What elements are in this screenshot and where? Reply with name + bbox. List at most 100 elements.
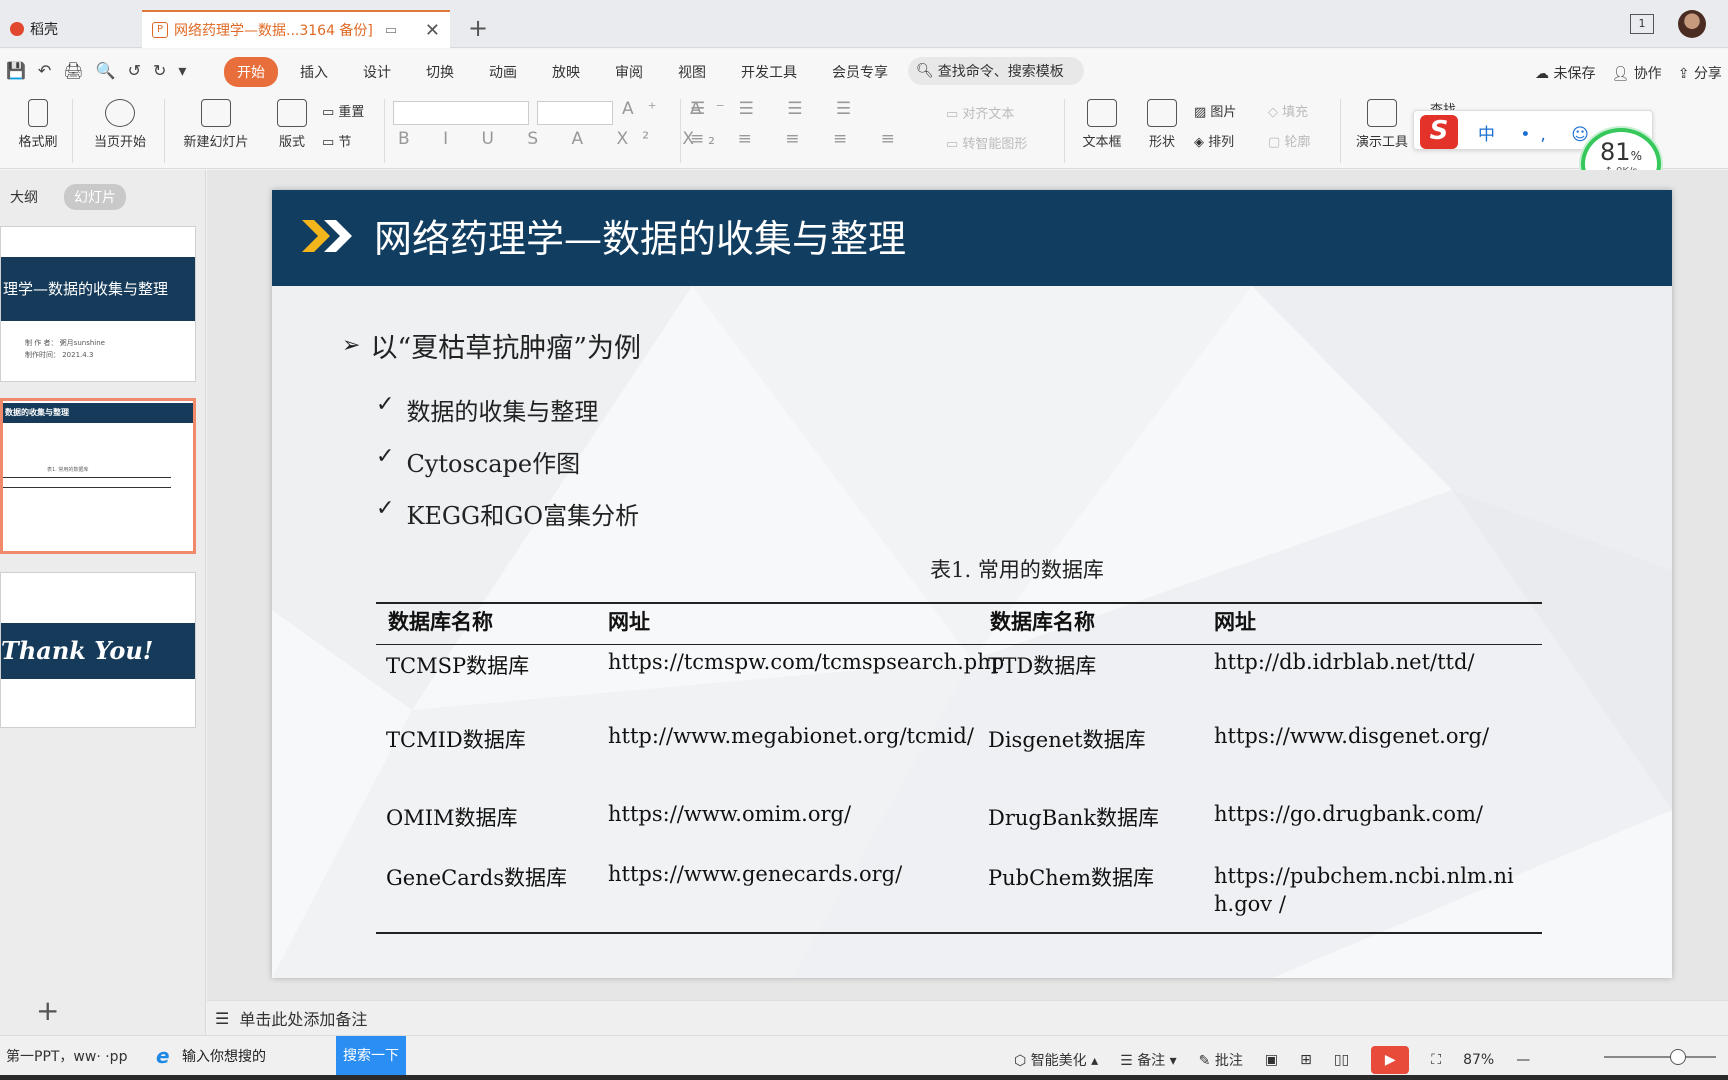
slide-2[interactable]: 网络药理学—数据的收集与整理 ➢ 以“夏枯草抗肿瘤”为例 ✓ 数据的收集与整理 … — [272, 190, 1672, 978]
font-family-select[interactable] — [393, 101, 529, 125]
table-cell: https://go.drugbank.com/ — [1214, 802, 1483, 826]
arrange-button[interactable]: ◈ 排列 — [1194, 131, 1234, 150]
slideshow-play-button[interactable]: ▶ — [1371, 1046, 1410, 1074]
menu-tab-3[interactable]: 切换 — [413, 57, 467, 87]
unsaved-button[interactable]: ☁ 未保存 — [1535, 63, 1595, 83]
save-icon[interactable]: 💾 — [6, 61, 26, 80]
customize-dropdown-icon[interactable]: ▾ — [178, 61, 186, 80]
comments-button[interactable]: ✎ 批注 — [1199, 1050, 1243, 1070]
table-cell: TTD数据库 — [988, 654, 1097, 678]
fill-button[interactable]: ◇ 填充 — [1268, 101, 1308, 120]
close-tab-icon[interactable]: ✕ — [425, 20, 440, 41]
table-top-rule — [376, 602, 1542, 604]
meter-unit: % — [1630, 149, 1642, 163]
convert-smartart-label: 转智能图形 — [962, 137, 1028, 152]
add-slide-button[interactable]: + — [36, 994, 59, 1027]
outline-button[interactable]: ▢ 轮廓 — [1268, 131, 1310, 150]
checkmark-icon: ✓ — [376, 444, 395, 469]
ribbon-divider — [1064, 99, 1065, 163]
font-size-select[interactable] — [537, 101, 613, 125]
menu-tab-9[interactable]: 会员专享 — [819, 57, 901, 87]
new-slide-button[interactable]: 新建幻灯片 — [174, 99, 258, 150]
table-cell: GeneCards数据库 — [386, 866, 568, 890]
tab-slides[interactable]: 幻灯片 — [64, 184, 126, 210]
list-indent-icons[interactable]: ☰ ☰ ☰ ☰ — [690, 99, 865, 119]
menu-tab-4[interactable]: 动画 — [476, 57, 530, 87]
layout-button[interactable]: 版式 — [270, 99, 314, 150]
slide-thumbnail-3[interactable]: Thank You! — [0, 572, 196, 728]
shape-button[interactable]: 形状 — [1138, 99, 1186, 150]
menu-tab-1[interactable]: 插入 — [287, 57, 341, 87]
menu-tab-2[interactable]: 设计 — [350, 57, 404, 87]
undo-icon[interactable]: ↺ — [128, 61, 141, 80]
status-right-controls: ⬡ 智能美化 ▴ ☰ 备注 ▾ ✎ 批注 ▣ ⊞ ▯▯ ▶ ⛶ 87% — — [1014, 1046, 1530, 1074]
section-button[interactable]: ▭ 节 — [322, 131, 351, 150]
play-from-current-button[interactable]: 当页开始 — [82, 99, 158, 150]
print-icon[interactable]: 🖨 — [63, 61, 83, 80]
web-search-button[interactable]: 搜索一下 — [336, 1036, 406, 1076]
checkmark-icon: ✓ — [376, 392, 395, 417]
slide-thumbnail-1[interactable]: 理学—数据的收集与整理 制 作 者： 粥月sunshine 制作时间： 2021… — [0, 226, 196, 382]
table-cell: http://www.megabionet.org/tcmid/ — [608, 724, 974, 748]
menu-tab-0[interactable]: 开始 — [224, 57, 278, 87]
align-text-button[interactable]: ▭ 对齐文本 — [946, 103, 1014, 122]
table-caption[interactable]: 表1. 常用的数据库 — [272, 554, 1672, 584]
shape-label: 形状 — [1148, 135, 1175, 150]
notes-bar[interactable]: ☰ 单击此处添加备注 — [207, 1000, 1728, 1035]
new-tab-button[interactable]: + — [468, 14, 488, 42]
collaborate-button[interactable]: 👤︎ 协作 — [1611, 63, 1661, 83]
web-search-input[interactable]: 输入你想搜的 — [182, 1046, 266, 1066]
smart-beautify-button[interactable]: ⬡ 智能美化 ▴ — [1014, 1050, 1098, 1070]
person-icon: 👤︎ — [1611, 66, 1630, 82]
reset-button[interactable]: ▭ 重置 — [322, 101, 364, 120]
layout-label: 版式 — [278, 135, 305, 150]
avatar[interactable] — [1678, 10, 1706, 38]
picture-label: 图片 — [1210, 105, 1237, 120]
table-header-cell: 网址 — [608, 609, 650, 634]
window-count-badge[interactable]: 1 — [1630, 14, 1654, 34]
zoom-level[interactable]: 87% — [1463, 1052, 1494, 1068]
zoom-slider-handle[interactable] — [1670, 1049, 1686, 1065]
paragraph-align-icons[interactable]: ≡ ≡ ≡ ≡ ≡ — [690, 129, 909, 149]
comments-label: 批注 — [1214, 1053, 1243, 1069]
tab-home-docer[interactable]: 稻壳 — [0, 10, 138, 48]
menu-tab-7[interactable]: 视图 — [665, 57, 719, 87]
presenter-tools-button[interactable]: 演示工具 — [1350, 99, 1414, 150]
thumb1-meta: 制 作 者： 粥月sunshine 制作时间： 2021.4.3 — [25, 337, 105, 361]
grid-view-icon[interactable]: ⊞ — [1300, 1052, 1312, 1068]
format-painter-button[interactable]: 格式刷 — [14, 99, 62, 150]
command-search-input[interactable]: 🔍︎ 查找命令、搜索模板 — [908, 57, 1084, 85]
checkmark-icon: ✓ — [376, 496, 395, 521]
textbox-button[interactable]: 文本框 — [1074, 99, 1130, 150]
sub-bullet-2[interactable]: ✓ Cytoscape作图 — [376, 444, 580, 479]
zoom-slider-track[interactable] — [1604, 1056, 1716, 1058]
convert-smartart-button[interactable]: ▭ 转智能图形 — [946, 133, 1027, 152]
tab-outline[interactable]: 大纲 — [0, 184, 48, 210]
slide-title[interactable]: 网络药理学—数据的收集与整理 — [374, 208, 906, 263]
picture-button[interactable]: ▨ 图片 — [1194, 101, 1236, 120]
notes-toggle-button[interactable]: ☰ 备注 ▾ — [1120, 1050, 1177, 1070]
undo-history-icon[interactable]: ↶ — [38, 61, 51, 80]
menu-tab-6[interactable]: 审阅 — [602, 57, 656, 87]
notes-icon: ☰ — [215, 1008, 230, 1028]
menu-tab-8[interactable]: 开发工具 — [728, 57, 810, 87]
tab-current-document[interactable]: P 网络药理学—数据...3164 备份] ▭ ✕ — [142, 10, 450, 48]
slide-thumbnail-2[interactable]: 数据的收集与整理 表1. 常用的数据库 — [0, 398, 196, 554]
menu-tab-5[interactable]: 放映 — [539, 57, 593, 87]
sub-bullet-3[interactable]: ✓ KEGG和GO富集分析 — [376, 496, 639, 531]
layout-icon — [277, 99, 307, 127]
format-painter-label: 格式刷 — [18, 135, 58, 150]
sub-bullet-1[interactable]: ✓ 数据的收集与整理 — [376, 392, 598, 427]
print-preview-icon[interactable]: 🔍 — [96, 61, 116, 80]
monitor-icon[interactable]: ▭ — [385, 23, 397, 38]
fit-window-icon[interactable]: ⛶ — [1431, 1052, 1441, 1068]
zoom-out-icon[interactable]: — — [1516, 1052, 1530, 1068]
redo-icon[interactable]: ↻ — [153, 61, 166, 80]
share-button[interactable]: ⇪ 分享 — [1678, 63, 1722, 83]
main-bullet[interactable]: ➢ 以“夏枯草抗肿瘤”为例 — [342, 326, 641, 365]
reading-view-icon[interactable]: ▯▯ — [1334, 1052, 1349, 1068]
normal-view-icon[interactable]: ▣ — [1265, 1052, 1278, 1068]
cloud-icon: ☁ — [1535, 66, 1549, 82]
notes-toggle-label: 备注 — [1137, 1053, 1166, 1069]
slide-background-pattern — [272, 286, 1672, 978]
